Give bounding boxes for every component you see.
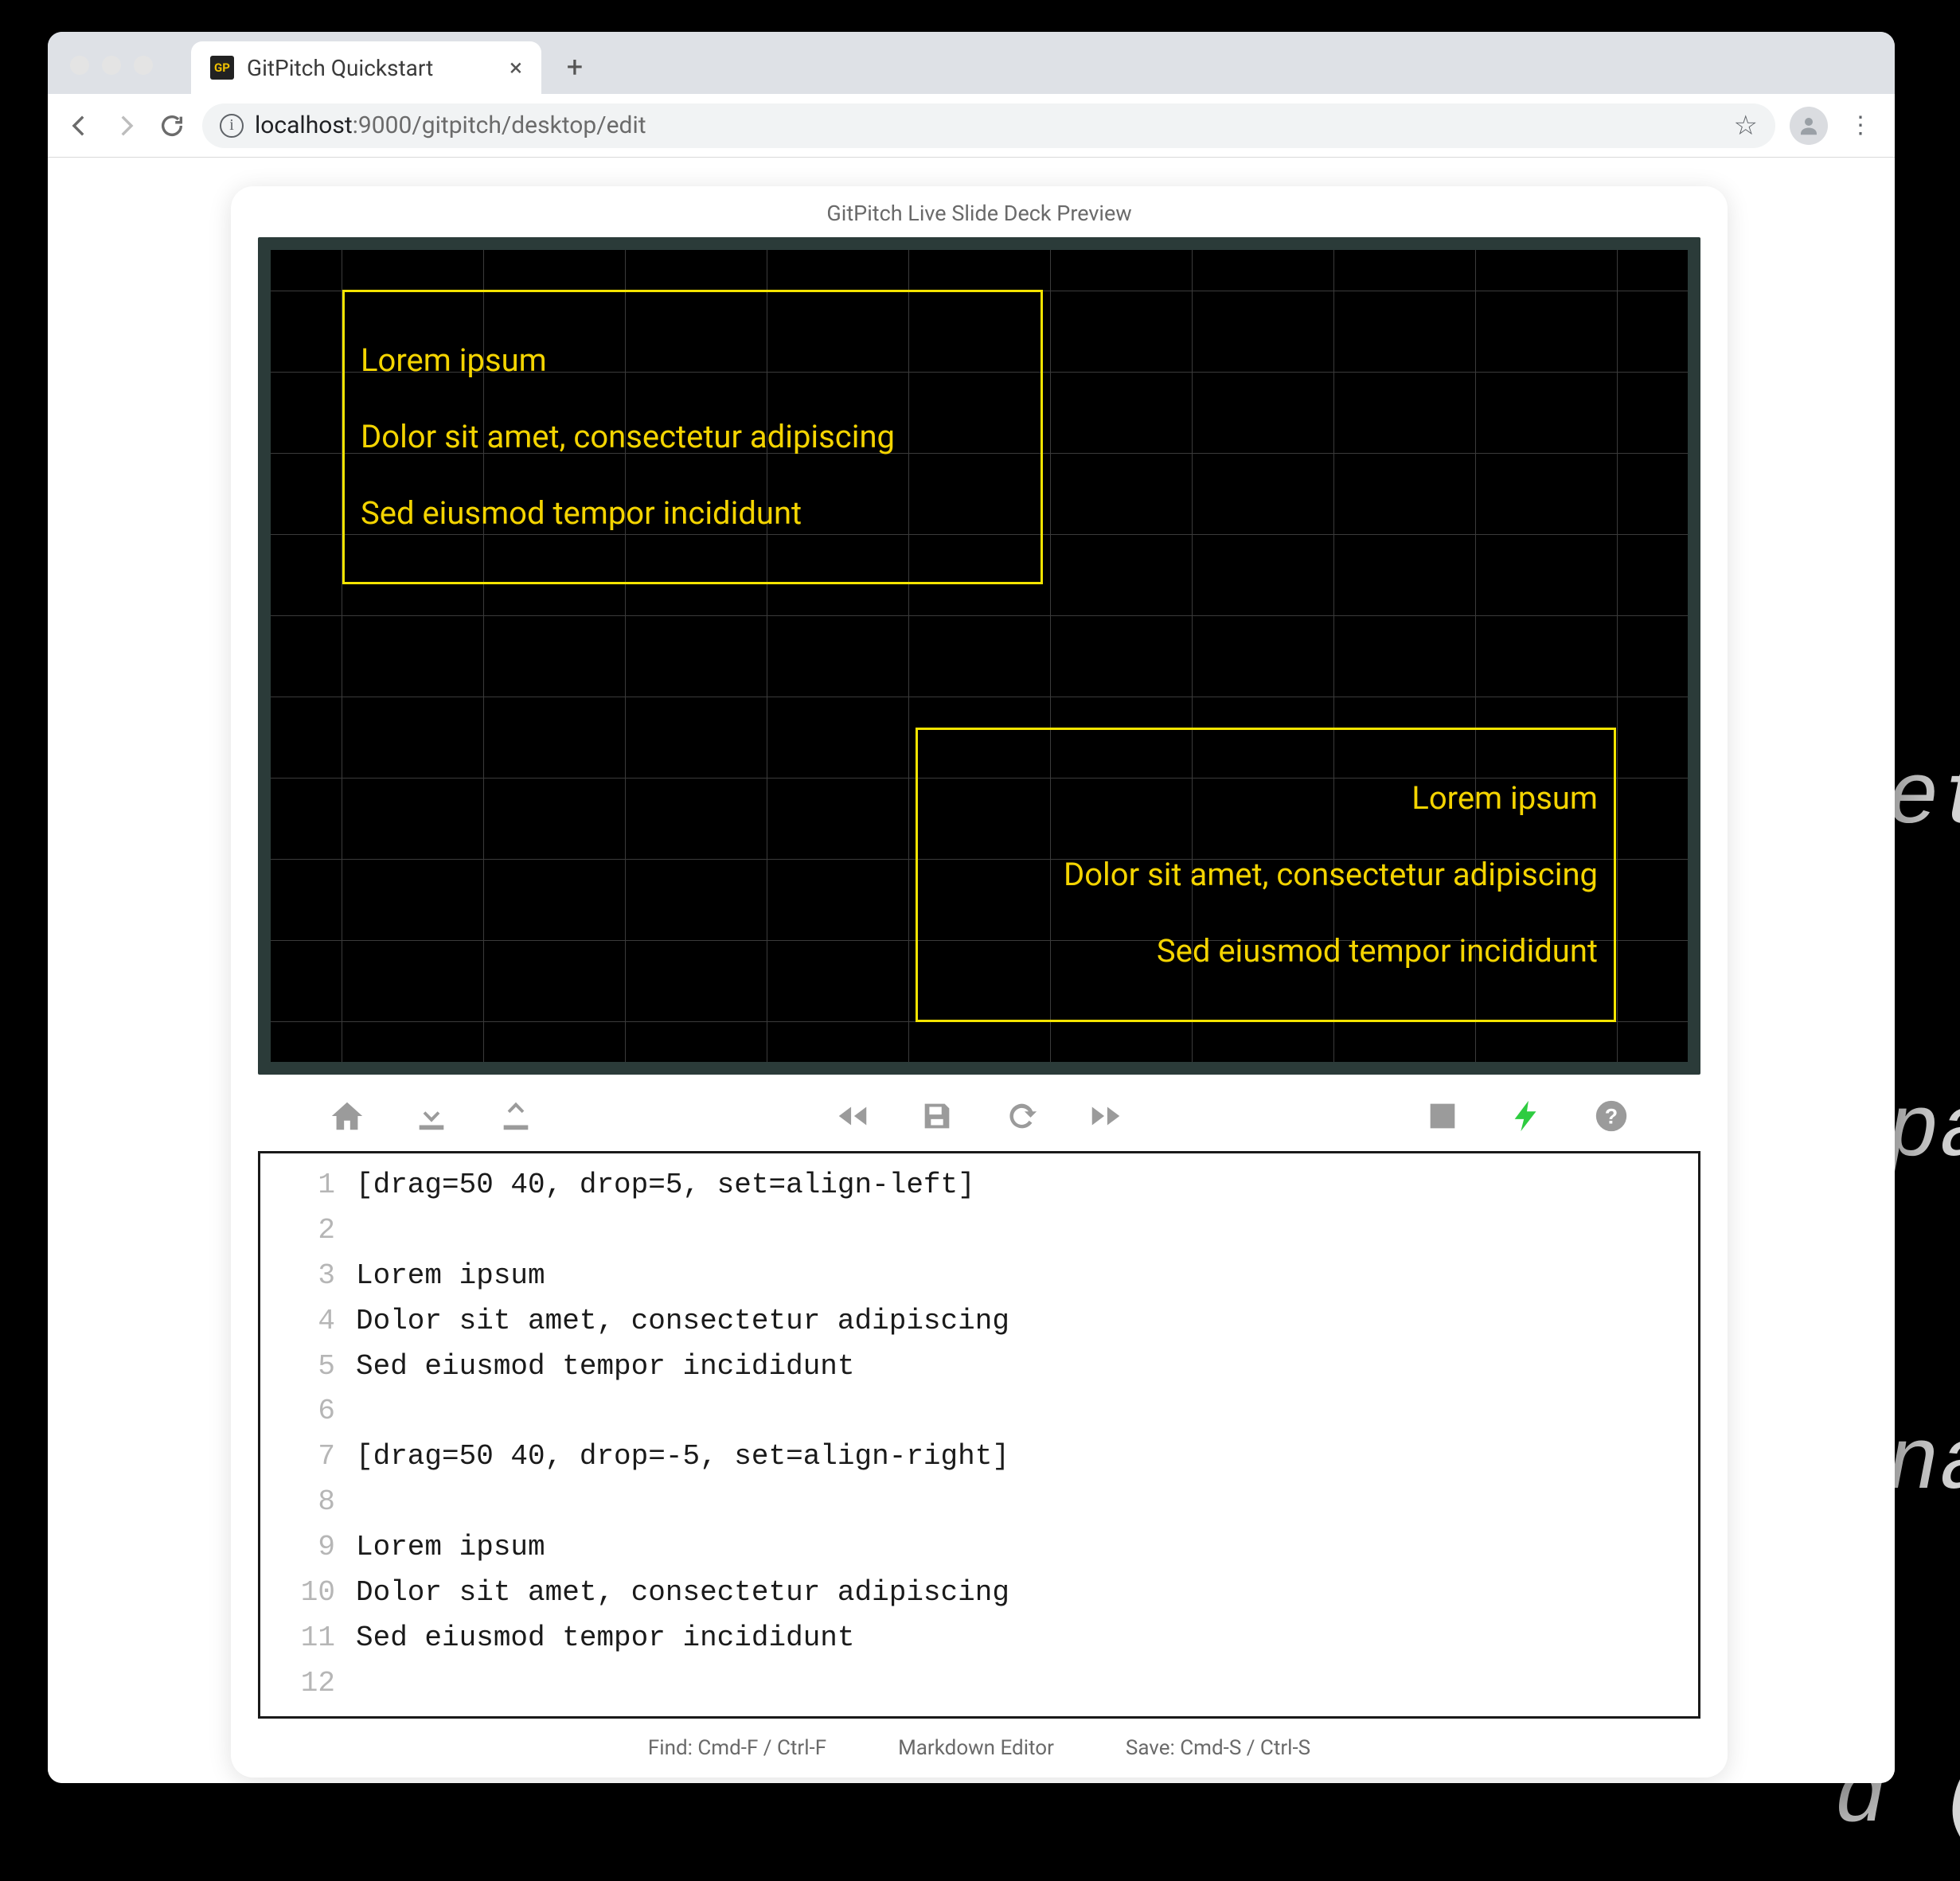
browser-window: GP GitPitch Quickstart × + i localhost:9… bbox=[48, 32, 1895, 1783]
line-number: 3 bbox=[284, 1254, 335, 1299]
code-line[interactable]: Dolor sit amet, consectetur adipiscing bbox=[356, 1299, 1009, 1344]
status-save: Save: Cmd-S / Ctrl-S bbox=[1126, 1736, 1310, 1760]
slide-line: Dolor sit amet, consectetur adipiscing bbox=[361, 399, 1025, 475]
line-number: 2 bbox=[284, 1208, 335, 1254]
bookmark-star-icon[interactable]: ☆ bbox=[1734, 110, 1758, 142]
slide-preview-frame: Lorem ipsum Dolor sit amet, consectetur … bbox=[258, 237, 1700, 1075]
browser-tabstrip: GP GitPitch Quickstart × + bbox=[48, 32, 1895, 94]
address-bar[interactable]: i localhost:9000/gitpitch/desktop/edit ☆ bbox=[202, 103, 1775, 148]
app-card: GitPitch Live Slide Deck Preview Lorem bbox=[231, 186, 1728, 1778]
slide-line: Lorem ipsum bbox=[361, 322, 1025, 399]
profile-avatar-button[interactable] bbox=[1790, 107, 1828, 145]
code-line[interactable]: Sed eiusmod tempor incididunt bbox=[356, 1616, 1009, 1661]
traffic-close-icon[interactable] bbox=[70, 56, 89, 75]
code-line[interactable] bbox=[356, 1661, 1009, 1707]
code-line[interactable]: Dolor sit amet, consectetur adipiscing bbox=[356, 1571, 1009, 1616]
upload-button[interactable] bbox=[495, 1095, 537, 1137]
new-tab-button[interactable]: + bbox=[556, 48, 594, 86]
code-line[interactable]: Lorem ipsum bbox=[356, 1525, 1009, 1571]
line-number: 9 bbox=[284, 1525, 335, 1571]
window-controls[interactable] bbox=[70, 56, 153, 75]
tab-close-icon[interactable]: × bbox=[510, 54, 522, 82]
line-number: 6 bbox=[284, 1389, 335, 1434]
line-number: 4 bbox=[284, 1299, 335, 1344]
editor-toolbar: ? bbox=[231, 1075, 1728, 1151]
slide-line: Dolor sit amet, consectetur adipiscing bbox=[934, 837, 1598, 913]
refresh-button[interactable] bbox=[1001, 1095, 1042, 1137]
slide-textbox-top-left: Lorem ipsum Dolor sit amet, consectetur … bbox=[342, 290, 1043, 584]
nav-reload-button[interactable] bbox=[156, 110, 188, 142]
slide-line: Sed eiusmod tempor incididunt bbox=[934, 913, 1598, 989]
browser-toolbar: i localhost:9000/gitpitch/desktop/edit ☆… bbox=[48, 94, 1895, 158]
code-line[interactable] bbox=[356, 1208, 1009, 1254]
editor-code[interactable]: [drag=50 40, drop=5, set=align-left] Lor… bbox=[343, 1153, 1022, 1716]
browser-tab-active[interactable]: GP GitPitch Quickstart × bbox=[191, 41, 541, 94]
code-line[interactable]: Sed eiusmod tempor incididunt bbox=[356, 1344, 1009, 1390]
line-number: 7 bbox=[284, 1434, 335, 1480]
nav-forward-button[interactable] bbox=[110, 110, 142, 142]
svg-text:?: ? bbox=[1605, 1105, 1618, 1129]
browser-menu-button[interactable]: ⋮ bbox=[1842, 111, 1879, 139]
code-line[interactable]: [drag=50 40, drop=-5, set=align-right] bbox=[356, 1434, 1009, 1480]
traffic-max-icon[interactable] bbox=[134, 56, 153, 75]
line-number: 12 bbox=[284, 1661, 335, 1707]
traffic-min-icon[interactable] bbox=[102, 56, 121, 75]
code-line[interactable] bbox=[356, 1480, 1009, 1525]
nav-back-button[interactable] bbox=[64, 110, 96, 142]
slide-textbox-bottom-right: Lorem ipsum Dolor sit amet, consectetur … bbox=[916, 728, 1616, 1022]
help-button[interactable]: ? bbox=[1591, 1095, 1632, 1137]
site-info-icon[interactable]: i bbox=[220, 114, 244, 138]
line-number: 11 bbox=[284, 1616, 335, 1661]
page-content: GitPitch Live Slide Deck Preview Lorem bbox=[48, 158, 1895, 1783]
line-number: 5 bbox=[284, 1344, 335, 1390]
slide-line: Sed eiusmod tempor incididunt bbox=[361, 475, 1025, 552]
image-button[interactable] bbox=[1422, 1095, 1463, 1137]
status-bar: Find: Cmd-F / Ctrl-F Markdown Editor Sav… bbox=[231, 1728, 1728, 1778]
favicon-icon: GP bbox=[210, 56, 234, 80]
status-mode: Markdown Editor bbox=[898, 1736, 1054, 1760]
prev-slide-button[interactable] bbox=[832, 1095, 873, 1137]
markdown-editor[interactable]: 123456789101112 [drag=50 40, drop=5, set… bbox=[258, 1151, 1700, 1719]
code-line[interactable]: [drag=50 40, drop=5, set=align-left] bbox=[356, 1163, 1009, 1208]
line-number: 10 bbox=[284, 1571, 335, 1616]
line-number: 8 bbox=[284, 1480, 335, 1525]
slide-canvas[interactable]: Lorem ipsum Dolor sit amet, consectetur … bbox=[271, 250, 1688, 1062]
app-header-title: GitPitch Live Slide Deck Preview bbox=[231, 186, 1728, 237]
url-text: localhost:9000/gitpitch/desktop/edit bbox=[255, 111, 646, 139]
editor-gutter: 123456789101112 bbox=[260, 1153, 343, 1716]
lightning-button[interactable] bbox=[1506, 1095, 1548, 1137]
code-line[interactable] bbox=[356, 1389, 1009, 1434]
next-slide-button[interactable] bbox=[1085, 1095, 1126, 1137]
save-button[interactable] bbox=[916, 1095, 958, 1137]
code-line[interactable]: Lorem ipsum bbox=[356, 1254, 1009, 1299]
slide-line: Lorem ipsum bbox=[934, 760, 1598, 837]
download-button[interactable] bbox=[411, 1095, 452, 1137]
home-button[interactable] bbox=[326, 1095, 368, 1137]
status-find: Find: Cmd-F / Ctrl-F bbox=[648, 1736, 826, 1760]
tab-title: GitPitch Quickstart bbox=[247, 55, 433, 81]
line-number: 1 bbox=[284, 1163, 335, 1208]
